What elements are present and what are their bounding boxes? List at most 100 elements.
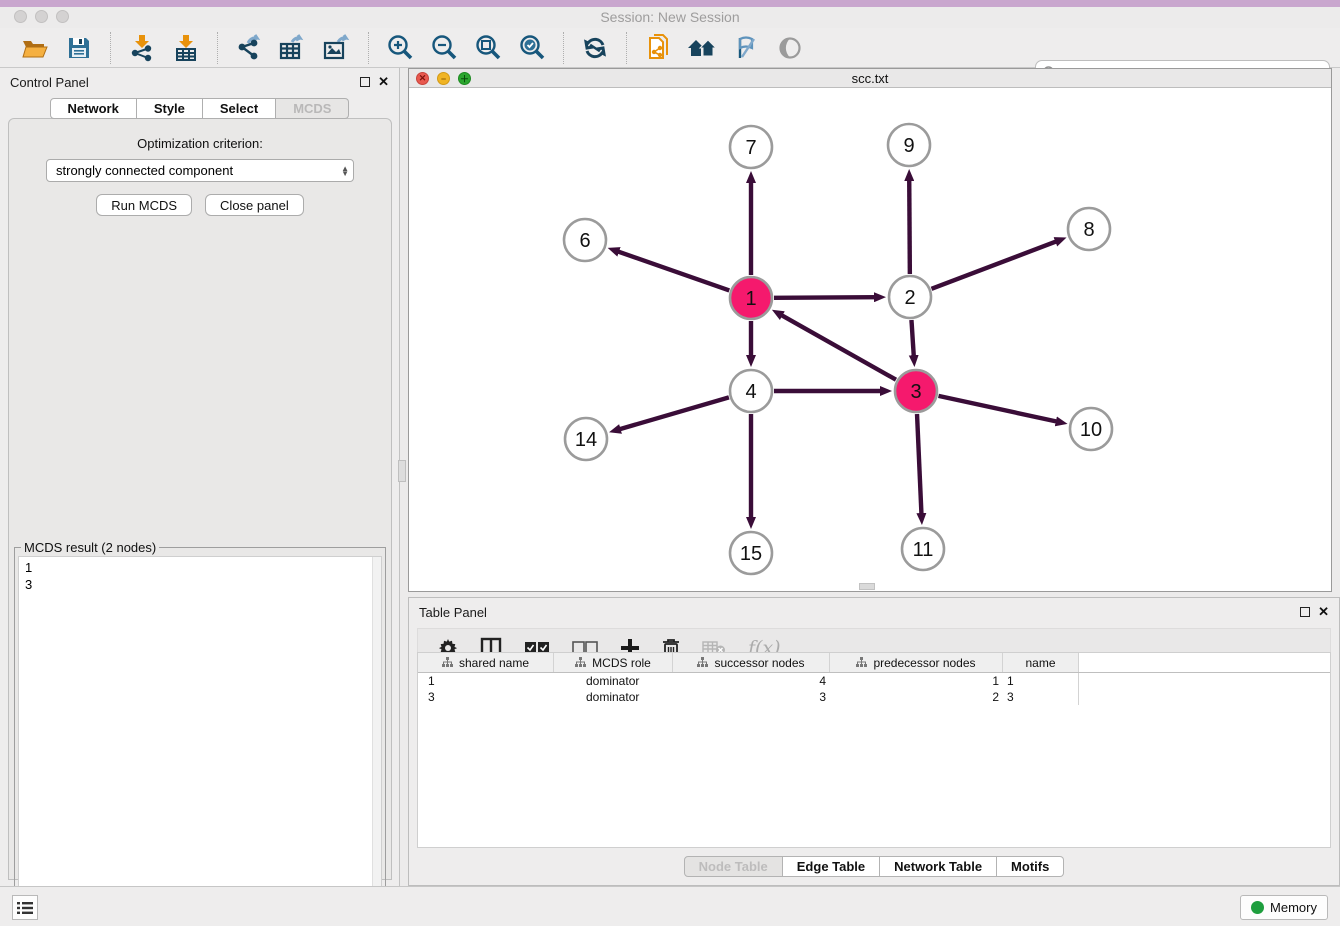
toolbar-separator [368, 32, 369, 64]
tab-motifs[interactable]: Motifs [997, 856, 1064, 877]
mcds-result-scrollbar[interactable] [372, 557, 381, 924]
graph-edge-1-2[interactable] [774, 297, 876, 298]
hierarchy-icon [856, 657, 867, 668]
run-mcds-button[interactable]: Run MCDS [96, 194, 192, 216]
export-table-button[interactable] [276, 32, 310, 64]
tab-mcds[interactable]: MCDS [276, 98, 349, 119]
export-network-icon [235, 34, 263, 62]
graph-node-label-8: 8 [1083, 219, 1094, 241]
clone-network-icon [646, 34, 670, 62]
hierarchy-icon [697, 657, 708, 668]
zoom-fit-button[interactable] [471, 32, 505, 64]
statusbar: Memory [0, 886, 1340, 926]
horizontal-splitter-grip[interactable] [859, 583, 875, 590]
column-header-successor-nodes[interactable]: successor nodes [673, 653, 830, 672]
graph-edge-3-1[interactable] [781, 315, 896, 380]
close-panel-icon[interactable]: ✕ [378, 77, 389, 87]
zoom-in-icon [386, 34, 414, 62]
cell-predecessor-nodes[interactable]: 2 [830, 689, 1003, 705]
cell-shared-name[interactable]: 3 [418, 689, 554, 705]
control-panel: Control Panel ✕ Network Style Select MCD… [0, 68, 400, 886]
column-header-predecessor-nodes[interactable]: predecessor nodes [830, 653, 1003, 672]
double-home-icon [686, 36, 718, 60]
close-panel-button[interactable]: Close panel [205, 194, 304, 216]
graph-node-label-9: 9 [903, 135, 914, 157]
graph-edge-2-9[interactable] [909, 179, 910, 274]
zoom-in-button[interactable] [383, 32, 417, 64]
criterion-select[interactable]: strongly connected component ▲▼ [46, 159, 354, 182]
network-canvas[interactable]: 1234678910111415 [409, 88, 1331, 591]
network-graph[interactable]: 1234678910111415 [409, 88, 1331, 591]
network-window-titlebar[interactable]: ✕ − ＋ scc.txt [409, 69, 1331, 88]
eye-icon [776, 36, 804, 60]
export-network-button[interactable] [232, 32, 266, 64]
memory-button[interactable]: Memory [1240, 895, 1328, 920]
open-session-button[interactable] [18, 32, 52, 64]
apply-layout-button[interactable] [578, 32, 612, 64]
vertical-splitter-grip[interactable] [398, 460, 406, 482]
column-header-shared-name[interactable]: shared name [418, 653, 554, 672]
titlebar: Session: New Session [0, 7, 1340, 28]
control-panel-title: Control Panel [10, 75, 360, 90]
graph-node-label-1: 1 [745, 288, 756, 310]
tab-network[interactable]: Network [50, 98, 137, 119]
select-stepper-icon: ▲▼ [341, 166, 349, 176]
first-neighbors-button[interactable] [685, 32, 719, 64]
table-row[interactable]: 1 dominator 4 1 1 [418, 673, 1330, 689]
tab-network-table[interactable]: Network Table [880, 856, 997, 877]
memory-label: Memory [1270, 900, 1317, 915]
table-row[interactable]: 3 dominator 3 2 3 [418, 689, 1330, 705]
close-panel-icon[interactable]: ✕ [1318, 607, 1329, 617]
cell-mcds-role[interactable]: dominator [554, 689, 673, 705]
column-header-mcds-role[interactable]: MCDS role [554, 653, 673, 672]
graph-node-label-6: 6 [579, 230, 590, 252]
clone-network-button[interactable] [641, 32, 675, 64]
table-panel: Table Panel ✕ [408, 597, 1340, 886]
hide-graphics-details-button[interactable] [729, 32, 763, 64]
tab-select[interactable]: Select [203, 98, 276, 119]
import-network-button[interactable] [125, 32, 159, 64]
float-panel-icon[interactable] [1300, 607, 1310, 617]
graph-edge-2-8[interactable] [932, 241, 1058, 289]
mcds-result-textarea[interactable]: 1 3 [18, 556, 382, 925]
zoom-selected-button[interactable] [515, 32, 549, 64]
graph-node-label-4: 4 [745, 381, 756, 403]
show-graphics-details-button[interactable] [773, 32, 807, 64]
cell-name[interactable]: 1 [1003, 673, 1079, 689]
graph-edge-1-6[interactable] [617, 251, 729, 290]
tab-node-table[interactable]: Node Table [684, 856, 783, 877]
network-view-window: ✕ − ＋ scc.txt 1234678910111415 [408, 68, 1332, 592]
graph-edge-2-3[interactable] [911, 320, 913, 357]
node-table-header: shared name MCDS role successor nodes pr… [418, 653, 1330, 673]
graph-node-label-3: 3 [910, 381, 921, 403]
cell-successor-nodes[interactable]: 4 [673, 673, 830, 689]
export-image-icon [322, 34, 352, 62]
tab-style[interactable]: Style [137, 98, 203, 119]
cell-successor-nodes[interactable]: 3 [673, 689, 830, 705]
graph-node-label-11: 11 [913, 539, 934, 561]
tab-edge-table[interactable]: Edge Table [783, 856, 880, 877]
zoom-selected-icon [518, 34, 546, 62]
save-session-button[interactable] [62, 32, 96, 64]
export-image-button[interactable] [320, 32, 354, 64]
import-table-button[interactable] [169, 32, 203, 64]
cell-shared-name[interactable]: 1 [418, 673, 554, 689]
list-icon [17, 901, 33, 915]
mcds-result-group: MCDS result (2 nodes) 1 3 [14, 547, 386, 926]
cell-mcds-role[interactable]: dominator [554, 673, 673, 689]
float-panel-icon[interactable] [360, 77, 370, 87]
window-accent-strip [0, 0, 1340, 7]
cell-name[interactable]: 3 [1003, 689, 1079, 705]
table-panel-title: Table Panel [419, 605, 1300, 620]
graph-edge-3-10[interactable] [938, 396, 1057, 422]
graph-edge-4-14[interactable] [619, 397, 729, 429]
task-history-button[interactable] [12, 895, 38, 920]
cell-predecessor-nodes[interactable]: 1 [830, 673, 1003, 689]
zoom-out-button[interactable] [427, 32, 461, 64]
graph-edge-3-11[interactable] [917, 414, 921, 515]
toolbar-separator [626, 32, 627, 64]
zoom-out-icon [430, 34, 458, 62]
window-title: Session: New Session [0, 9, 1340, 25]
network-window-title: scc.txt [409, 71, 1331, 86]
column-header-name[interactable]: name [1003, 653, 1079, 672]
